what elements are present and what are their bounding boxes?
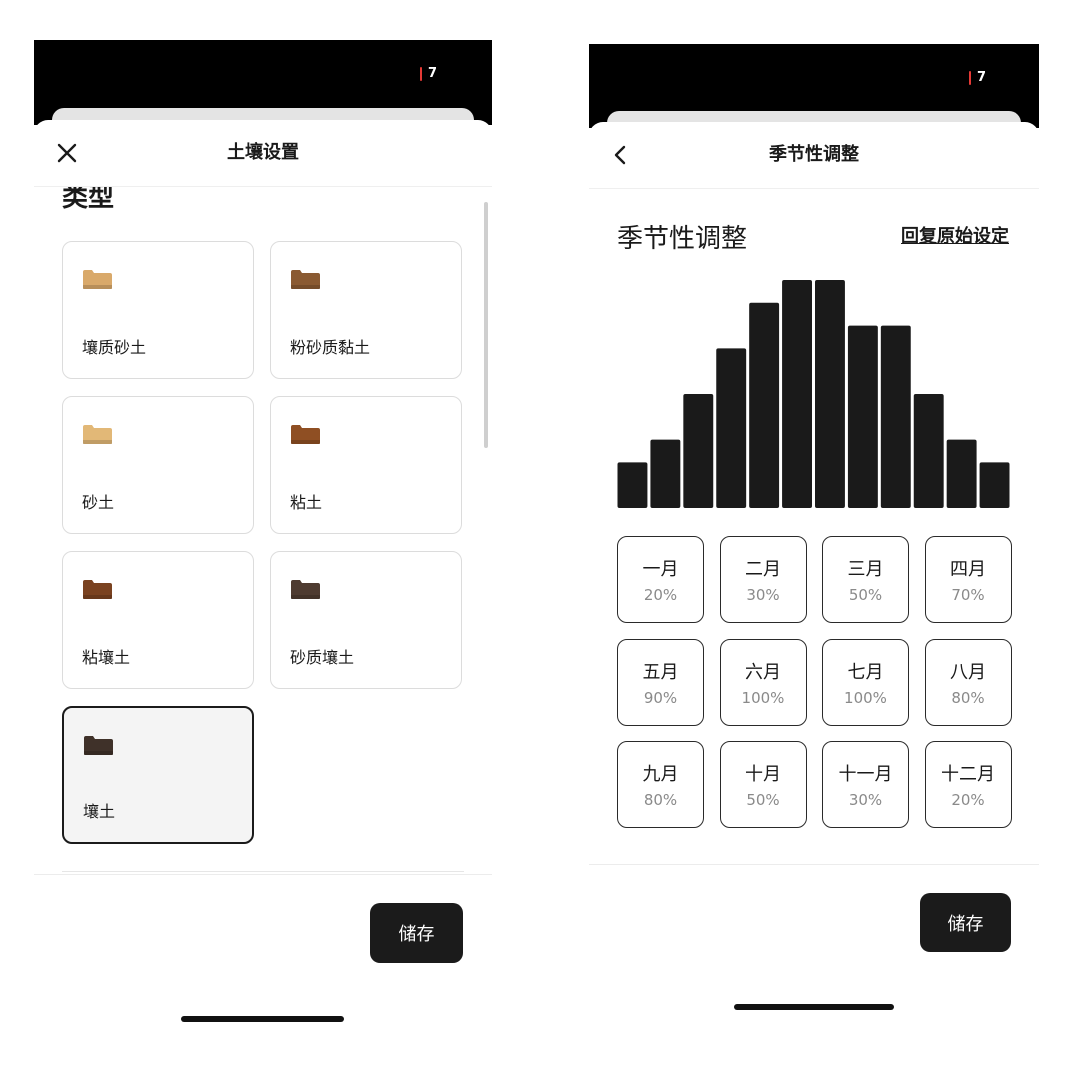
month-name: 二月 bbox=[745, 559, 781, 580]
page-title: 季节性调整 bbox=[769, 144, 859, 165]
month-card[interactable]: 十一月 30% bbox=[822, 741, 909, 828]
battery-level: 7 bbox=[977, 70, 987, 85]
month-card[interactable]: 七月 100% bbox=[822, 638, 909, 726]
soil-type-list: 类型 壤质砂土 粉砂质黏土砂土 粘土粘壤土 砂质壤土壤土 bbox=[34, 187, 492, 873]
soil-type-card[interactable]: 砂土 bbox=[62, 396, 254, 534]
soil-type-label: 粉砂质黏土 bbox=[290, 338, 371, 357]
month-card[interactable]: 八月 80% bbox=[924, 638, 1012, 726]
month-name: 四月 bbox=[950, 559, 986, 580]
footer-divider bbox=[589, 864, 1039, 865]
chart-bar-十月 bbox=[913, 394, 944, 508]
month-name: 五月 bbox=[642, 661, 679, 683]
reset-defaults-link[interactable]: 回复原始设定 bbox=[901, 222, 1009, 248]
soil-type-card[interactable]: 砂质壤土 bbox=[270, 551, 462, 689]
soil-type-card[interactable]: 粘壤土 bbox=[62, 551, 254, 689]
soil-sample-icon bbox=[84, 736, 113, 755]
save-button[interactable]: 储存 bbox=[920, 893, 1011, 952]
soil-type-card[interactable]: 壤质砂土 bbox=[62, 241, 254, 379]
list-divider bbox=[62, 871, 464, 872]
soil-type-card[interactable]: 粉砂质黏土 bbox=[270, 241, 462, 379]
chart-bar-八月 bbox=[847, 325, 878, 508]
soil-sample-icon bbox=[291, 270, 320, 289]
month-card[interactable]: 三月 50% bbox=[822, 536, 909, 623]
home-indicator bbox=[734, 1004, 894, 1010]
scrollbar[interactable] bbox=[484, 202, 488, 448]
month-name: 三月 bbox=[847, 559, 884, 580]
chart-bar-一月 bbox=[617, 462, 648, 508]
battery-level: 7 bbox=[428, 66, 438, 81]
month-card[interactable]: 五月 90% bbox=[617, 638, 704, 726]
chart-bar-六月 bbox=[782, 280, 812, 508]
month-card[interactable]: 四月 70% bbox=[924, 536, 1012, 623]
page-title: 土壤设置 bbox=[227, 142, 299, 163]
nav-bar: 土壤设置 bbox=[34, 120, 492, 187]
chart-bar-七月 bbox=[815, 280, 845, 508]
month-card[interactable]: 十月 50% bbox=[719, 741, 807, 828]
month-percent: 70% bbox=[951, 586, 985, 604]
section-heading: 季节性调整 bbox=[617, 224, 748, 254]
month-percent: 30% bbox=[746, 586, 780, 604]
month-name: 一月 bbox=[642, 559, 679, 580]
chart-bar-十一月 bbox=[946, 439, 977, 508]
month-name: 十一月 bbox=[838, 764, 893, 785]
soil-sample-icon bbox=[83, 270, 112, 289]
soil-type-card[interactable]: 壤土 bbox=[62, 706, 254, 844]
month-percent: 100% bbox=[741, 688, 785, 707]
month-percent: 30% bbox=[848, 791, 883, 809]
soil-sample-icon bbox=[83, 425, 112, 444]
chart-bar-二月 bbox=[650, 439, 681, 508]
month-card[interactable]: 二月 30% bbox=[719, 536, 807, 623]
month-percent: 20% bbox=[643, 586, 678, 604]
chart-bar-九月 bbox=[880, 325, 911, 508]
month-percent: 80% bbox=[643, 791, 678, 809]
month-percent: 80% bbox=[951, 688, 985, 707]
save-button[interactable]: 储存 bbox=[370, 903, 463, 963]
chart-bar-十二月 bbox=[979, 462, 1010, 508]
soil-type-label: 壤质砂土 bbox=[82, 338, 147, 357]
chart-bar-五月 bbox=[749, 302, 780, 508]
battery-indicator: 7 bbox=[420, 66, 437, 81]
soil-type-card[interactable]: 粘土 bbox=[270, 396, 462, 534]
month-percent: 90% bbox=[643, 688, 678, 707]
soil-settings-sheet: 土壤设置 类型 壤质砂土 粉砂质黏土砂土 粘土粘壤土 砂质壤土壤土 储存 bbox=[34, 120, 492, 1080]
month-name: 八月 bbox=[950, 661, 986, 683]
month-card[interactable]: 一月 20% bbox=[617, 536, 704, 623]
soil-sample-icon bbox=[83, 580, 112, 599]
chart-bar-四月 bbox=[716, 348, 747, 508]
soil-type-label: 壤土 bbox=[83, 802, 116, 821]
chart-bar-三月 bbox=[683, 394, 714, 508]
month-name: 六月 bbox=[745, 661, 781, 683]
soil-type-label: 粘土 bbox=[290, 493, 323, 512]
month-name: 七月 bbox=[847, 661, 884, 683]
soil-sample-icon bbox=[291, 580, 320, 599]
month-percent: 100% bbox=[844, 688, 887, 707]
nav-bar: 季节性调整 bbox=[589, 122, 1039, 189]
month-name: 十月 bbox=[745, 764, 781, 785]
section-heading: 类型 bbox=[62, 187, 115, 213]
month-name: 九月 bbox=[642, 764, 679, 785]
month-percent: 50% bbox=[848, 586, 883, 604]
soil-type-label: 砂土 bbox=[82, 493, 115, 512]
month-percent: 50% bbox=[746, 791, 780, 809]
battery-icon bbox=[969, 70, 971, 85]
seasonal-adjustment-sheet: 季节性调整 季节性调整 回复原始设定 一月 20% 二月 30% 三月 50% 四月 70% 五… bbox=[589, 122, 1039, 1080]
month-card[interactable]: 六月 100% bbox=[719, 638, 807, 726]
month-name: 十二月 bbox=[941, 764, 995, 785]
soil-type-label: 粘壤土 bbox=[82, 648, 131, 667]
soil-sample-icon bbox=[291, 425, 320, 444]
battery-icon bbox=[420, 66, 422, 81]
battery-indicator: 7 bbox=[969, 70, 986, 85]
seasonal-bar-chart bbox=[617, 280, 1010, 508]
footer-divider bbox=[34, 874, 492, 875]
soil-type-label: 砂质壤土 bbox=[290, 648, 355, 667]
month-card[interactable]: 九月 80% bbox=[617, 741, 704, 828]
seasonal-adjustment-screen: 7 季节性调整 季节性调整 回复原始设定 一月 20% 二月 30% 三月 50% 四月 70… bbox=[589, 0, 1039, 1080]
soil-settings-screen: 7 土壤设置 类型 壤质砂土 粉砂质黏土砂土 粘土粘壤土 砂质壤土壤土 储存 bbox=[34, 0, 492, 1080]
month-percent: 20% bbox=[951, 791, 985, 809]
month-card[interactable]: 十二月 20% bbox=[924, 741, 1012, 828]
home-indicator bbox=[181, 1016, 344, 1022]
